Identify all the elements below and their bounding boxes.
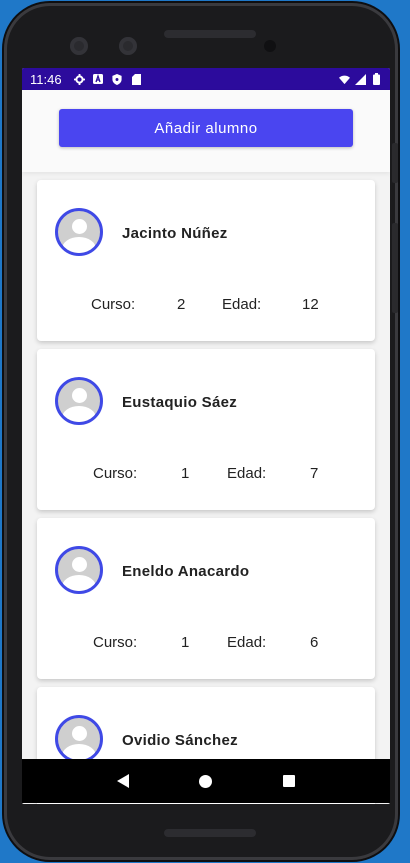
edad-label: Edad:: [227, 465, 267, 482]
earpiece-speaker: [164, 30, 256, 38]
shield-icon: [112, 73, 123, 85]
proximity-sensor: [264, 40, 276, 52]
signal-icon: [355, 73, 366, 85]
recents-icon[interactable]: [282, 775, 295, 787]
edad-value: 12: [302, 296, 319, 313]
student-card[interactable]: Jacinto Núñez Curso: 2 Edad: 12: [37, 180, 375, 341]
wifi-icon: [339, 74, 350, 85]
power-button: [392, 223, 398, 313]
curso-value: 1: [181, 634, 190, 651]
student-name: Eustaquio Sáez: [122, 394, 238, 411]
student-card[interactable]: Eneldo Anacardo Curso: 1 Edad: 6: [37, 518, 375, 679]
back-icon[interactable]: [117, 774, 130, 788]
curso-value: 2: [177, 296, 186, 313]
battery-icon: [371, 73, 382, 85]
edad-value: 6: [310, 634, 319, 651]
curso-label: Curso:: [93, 634, 138, 651]
curso-label: Curso:: [93, 465, 138, 482]
home-icon[interactable]: [199, 774, 213, 788]
status-time: 11:46: [30, 71, 62, 87]
avatar: [55, 377, 103, 425]
avatar: [55, 208, 103, 256]
navigation-bar: [22, 759, 390, 803]
a-badge-icon: [93, 74, 104, 85]
bottom-speaker: [164, 829, 256, 837]
avatar: [55, 546, 103, 594]
student-name: Eneldo Anacardo: [122, 563, 250, 580]
top-bar: Añadir alumno: [22, 90, 390, 172]
front-sensor: [119, 37, 137, 55]
edad-value: 7: [310, 465, 319, 482]
student-name: Ovidio Sánchez: [122, 732, 238, 749]
edad-label: Edad:: [222, 296, 262, 313]
student-name: Jacinto Núñez: [122, 225, 228, 242]
student-card[interactable]: Eustaquio Sáez Curso: 1 Edad: 7: [37, 349, 375, 510]
front-camera: [70, 37, 88, 55]
volume-button: [392, 143, 398, 183]
add-student-button[interactable]: Añadir alumno: [59, 109, 353, 147]
edad-label: Edad:: [227, 634, 267, 651]
avatar: [55, 715, 103, 763]
app-screen: 11:46 Añadir alumno Jacinto Núñez Curso:…: [22, 68, 390, 804]
settings-icon: [73, 73, 85, 85]
curso-value: 1: [181, 465, 190, 482]
status-bar: 11:46: [22, 68, 390, 90]
curso-label: Curso:: [91, 296, 136, 313]
sd-card-icon: [131, 73, 142, 85]
